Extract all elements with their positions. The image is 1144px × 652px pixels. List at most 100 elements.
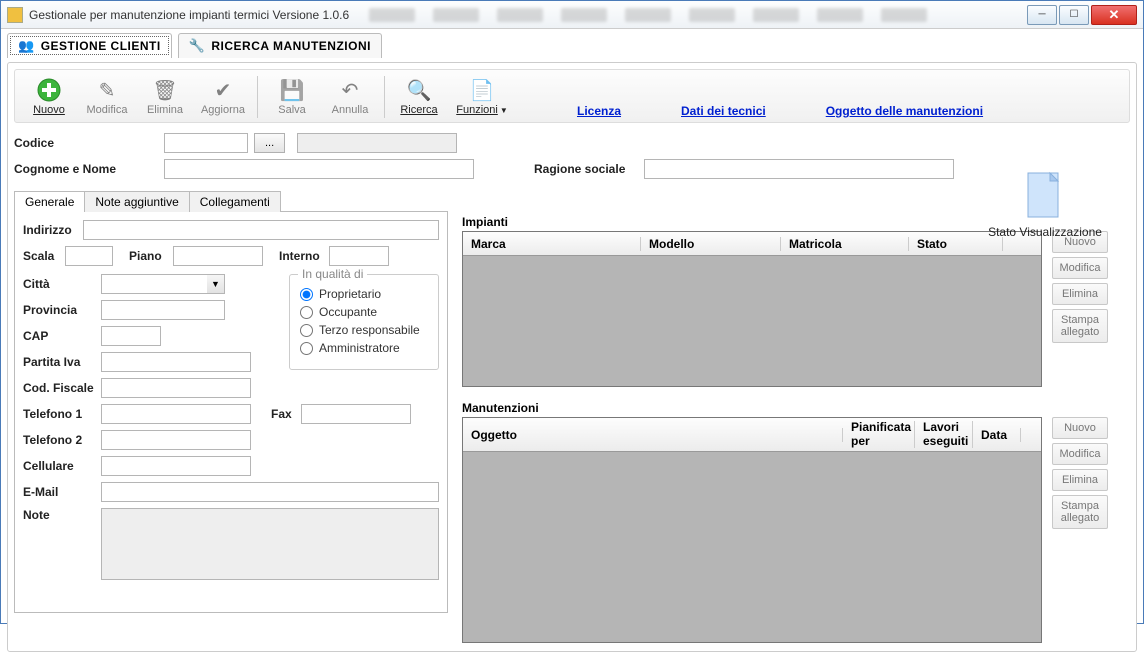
radio-proprietario[interactable]: Proprietario xyxy=(300,287,428,301)
col-matricola[interactable]: Matricola xyxy=(781,237,909,251)
impianti-modifica-button[interactable]: Modifica xyxy=(1052,257,1108,279)
cellulare-input[interactable] xyxy=(101,456,251,476)
col-lavori[interactable]: Lavori eseguiti xyxy=(915,421,973,447)
minimize-button[interactable]: ─ xyxy=(1027,5,1057,25)
tab-ricerca-manutenzioni[interactable]: 🔧 RICERCA MANUTENZIONI xyxy=(178,33,382,58)
btn-label: Aggiorna xyxy=(201,104,245,116)
note-textarea[interactable] xyxy=(101,508,439,580)
telefono1-input[interactable] xyxy=(101,404,251,424)
col-marca[interactable]: Marca xyxy=(463,237,641,251)
col-data[interactable]: Data xyxy=(973,428,1021,442)
cod-fiscale-input[interactable] xyxy=(101,378,251,398)
btn-label: Ricerca xyxy=(400,104,437,116)
document-icon: 📄 xyxy=(468,76,496,104)
cap-input[interactable] xyxy=(101,326,161,346)
codice-input[interactable] xyxy=(164,133,248,153)
undo-icon: ↶ xyxy=(336,76,364,104)
label-fax: Fax xyxy=(271,407,301,421)
nuovo-button[interactable]: Nuovo xyxy=(21,74,77,118)
radio-terzo-responsabile[interactable]: Terzo responsabile xyxy=(300,323,428,337)
ricerca-button[interactable]: 🔍Ricerca xyxy=(391,74,447,118)
label-citta: Città xyxy=(23,277,101,291)
label-interno: Interno xyxy=(279,249,329,263)
citta-combo[interactable] xyxy=(101,274,207,294)
telefono2-input[interactable] xyxy=(101,430,251,450)
manut-modifica-button[interactable]: Modifica xyxy=(1052,443,1108,465)
groupbox-qualita-label: In qualità di xyxy=(298,267,367,281)
trash-icon: 🗑 xyxy=(151,76,179,104)
titlebar: Gestionale per manutenzione impianti ter… xyxy=(1,1,1143,29)
scala-input[interactable] xyxy=(65,246,113,266)
codice-display xyxy=(297,133,457,153)
col-oggetto[interactable]: Oggetto xyxy=(463,428,843,442)
maximize-button[interactable]: ☐ xyxy=(1059,5,1089,25)
label-cognome-nome: Cognome e Nome xyxy=(14,162,164,176)
piano-input[interactable] xyxy=(173,246,263,266)
label-provincia: Provincia xyxy=(23,303,101,317)
cognome-nome-input[interactable] xyxy=(164,159,474,179)
label-cod-fiscale: Cod. Fiscale xyxy=(23,381,101,395)
col-pianificata[interactable]: Pianificata per xyxy=(843,421,915,447)
funzioni-button[interactable]: 📄 Funzioni▼ xyxy=(449,74,515,118)
manutenzioni-grid[interactable]: Oggetto Pianificata per Lavori eseguiti … xyxy=(462,417,1042,643)
fax-input[interactable] xyxy=(301,404,411,424)
tab-gestione-clienti[interactable]: 👥 GESTIONE CLIENTI xyxy=(7,33,172,58)
plus-icon xyxy=(35,76,63,104)
people-icon: 👥 xyxy=(18,38,35,54)
label-telefono1: Telefono 1 xyxy=(23,407,101,421)
provincia-input[interactable] xyxy=(101,300,225,320)
email-input[interactable] xyxy=(101,482,439,502)
btn-label: Elimina xyxy=(147,104,183,116)
codice-browse-button[interactable]: ... xyxy=(254,133,285,153)
impianti-elimina-button[interactable]: Elimina xyxy=(1052,283,1108,305)
stato-visualizzazione: Stato Visualizzazione xyxy=(970,171,1120,239)
label-ragione-sociale: Ragione sociale xyxy=(534,162,644,176)
label-cap: CAP xyxy=(23,329,101,343)
link-dati-tecnici[interactable]: Dati dei tecnici xyxy=(681,104,766,118)
app-icon xyxy=(7,7,23,23)
partita-iva-input[interactable] xyxy=(101,352,251,372)
manut-nuovo-button[interactable]: Nuovo xyxy=(1052,417,1108,439)
tab-label: GESTIONE CLIENTI xyxy=(41,39,161,53)
manutenzioni-title: Manutenzioni xyxy=(462,401,1130,415)
salva-button[interactable]: 💾Salva xyxy=(264,74,320,118)
chevron-down-icon: ▼ xyxy=(500,106,508,115)
pencil-icon: ✎ xyxy=(93,76,121,104)
manut-elimina-button[interactable]: Elimina xyxy=(1052,469,1108,491)
link-licenza[interactable]: Licenza xyxy=(577,104,621,118)
col-modello[interactable]: Modello xyxy=(641,237,781,251)
radio-occupante[interactable]: Occupante xyxy=(300,305,428,319)
close-button[interactable]: ✕ xyxy=(1091,5,1137,25)
label-note: Note xyxy=(23,508,101,522)
label-codice: Codice xyxy=(14,136,164,150)
annulla-button[interactable]: ↶Annulla xyxy=(322,74,378,118)
label-email: E-Mail xyxy=(23,485,101,499)
impianti-stampa-button[interactable]: Stampa allegato xyxy=(1052,309,1108,343)
indirizzo-input[interactable] xyxy=(83,220,439,240)
subtab-generale[interactable]: Generale xyxy=(14,191,85,212)
subtab-note-aggiuntive[interactable]: Note aggiuntive xyxy=(84,191,189,212)
label-cellulare: Cellulare xyxy=(23,459,101,473)
search-icon: 🔍 xyxy=(405,76,433,104)
label-indirizzo: Indirizzo xyxy=(23,223,83,237)
aggiorna-button[interactable]: ✔Aggiorna xyxy=(195,74,251,118)
chevron-down-icon[interactable]: ▼ xyxy=(207,274,225,294)
impianti-grid[interactable]: Marca Modello Matricola Stato xyxy=(462,231,1042,387)
interno-input[interactable] xyxy=(329,246,389,266)
check-icon: ✔ xyxy=(209,76,237,104)
btn-label: Funzioni xyxy=(456,104,498,116)
wrench-icon: 🔧 xyxy=(189,38,206,54)
radio-amministratore[interactable]: Amministratore xyxy=(300,341,428,355)
modifica-button[interactable]: ✎Modifica xyxy=(79,74,135,118)
label-partita-iva: Partita Iva xyxy=(23,355,101,369)
btn-label: Nuovo xyxy=(33,104,65,116)
manut-stampa-button[interactable]: Stampa allegato xyxy=(1052,495,1108,529)
app-window: Gestionale per manutenzione impianti ter… xyxy=(0,0,1144,624)
save-icon: 💾 xyxy=(278,76,306,104)
label-scala: Scala xyxy=(23,249,65,263)
subtab-collegamenti[interactable]: Collegamenti xyxy=(189,191,281,212)
document-icon xyxy=(1024,171,1066,221)
link-oggetto-manutenzioni[interactable]: Oggetto delle manutenzioni xyxy=(826,104,983,118)
elimina-button[interactable]: 🗑Elimina xyxy=(137,74,193,118)
ragione-sociale-input[interactable] xyxy=(644,159,954,179)
